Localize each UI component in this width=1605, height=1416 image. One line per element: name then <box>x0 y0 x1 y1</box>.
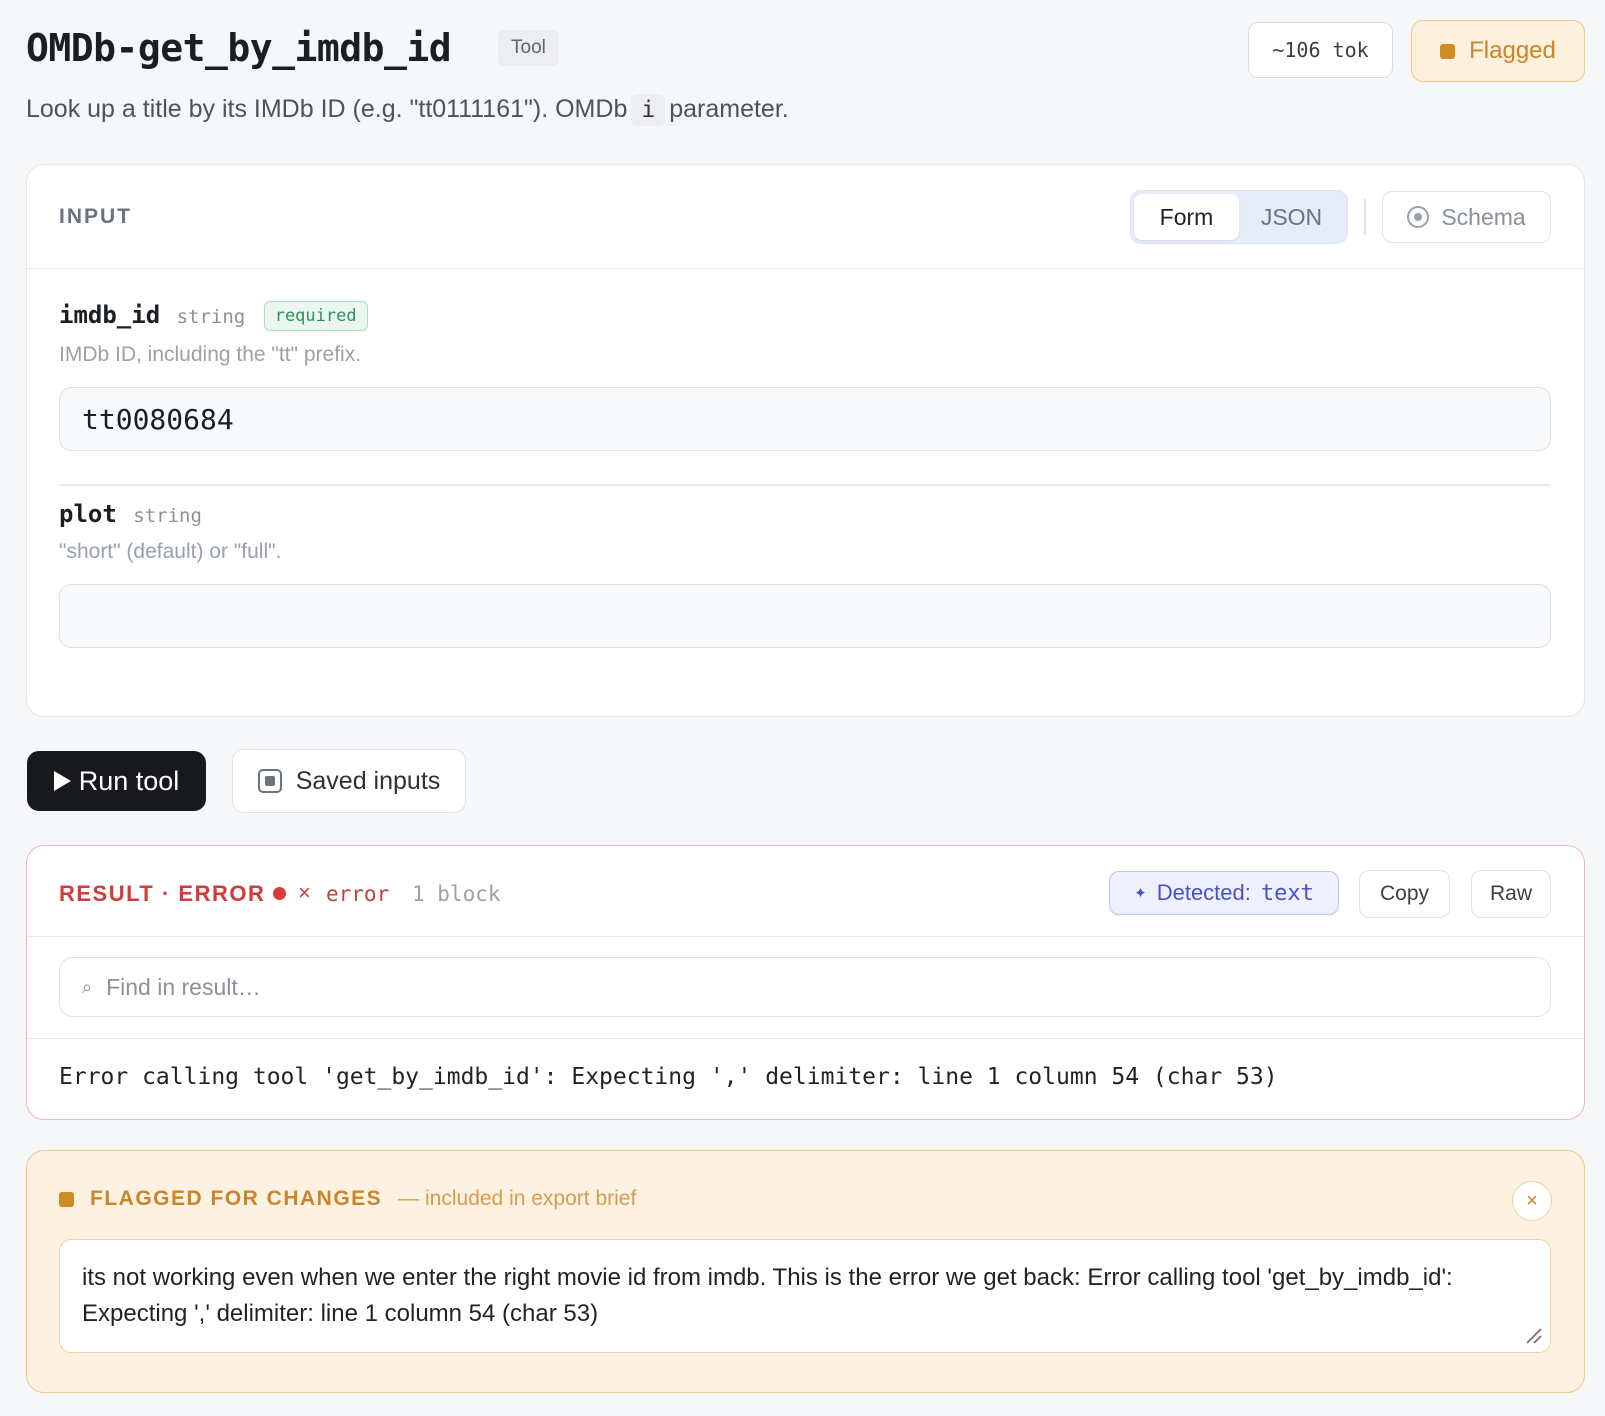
play-icon <box>53 771 71 791</box>
bookmark-square-icon <box>257 769 282 793</box>
flagged-button[interactable]: Flagged <box>1411 20 1585 82</box>
search-placeholder: Find in result… <box>106 973 261 1000</box>
flag-note-textarea[interactable]: its not working even when we enter the r… <box>59 1239 1551 1353</box>
field-plot: plot string "short" (default) or "full". <box>59 500 1551 648</box>
tool-tag: Tool <box>498 30 559 66</box>
param-code: i <box>631 94 666 126</box>
result-label: RESULT · ERROR <box>59 881 266 906</box>
flag-note-text: its not working even when we enter the r… <box>82 1264 1453 1327</box>
flag-title: FLAGGED FOR CHANGES <box>90 1187 383 1210</box>
error-x-icon: × <box>298 880 311 905</box>
run-tool-button[interactable]: Run tool <box>27 751 206 811</box>
field-type: string <box>133 505 202 527</box>
block-count: 1 block <box>412 882 501 906</box>
sparkle-icon: ✦ <box>1134 885 1147 902</box>
detected-type-button[interactable]: ✦ Detected: text <box>1109 871 1339 915</box>
find-in-result-input[interactable]: ⌕ Find in result… <box>59 957 1551 1017</box>
resize-grip-icon[interactable] <box>1524 1326 1542 1344</box>
close-icon[interactable]: × <box>1512 1181 1552 1221</box>
field-description: IMDb ID, including the "tt" prefix. <box>59 343 362 366</box>
plot-input[interactable] <box>59 584 1551 648</box>
result-search-row: ⌕ Find in result… <box>27 937 1584 1039</box>
error-status: error <box>326 882 390 906</box>
description-text-end: parameter. <box>669 95 789 123</box>
field-name: plot <box>59 500 117 528</box>
flag-card: FLAGGED FOR CHANGES — included in export… <box>26 1150 1585 1393</box>
field-description: "short" (default) or "full". <box>59 540 282 563</box>
flag-header: FLAGGED FOR CHANGES — included in export… <box>59 1187 636 1211</box>
tool-header: OMDb-get_by_imdb_id Tool ~106 tok Flagge… <box>26 18 1585 88</box>
token-count-badge: ~106 tok <box>1248 22 1393 78</box>
copy-button[interactable]: Copy <box>1359 870 1450 918</box>
saved-inputs-label: Saved inputs <box>295 766 441 795</box>
view-mode-toggle: Form JSON <box>1130 190 1348 244</box>
tab-form[interactable]: Form <box>1134 194 1239 240</box>
input-card: INPUT Form JSON Schema imdb_id string re… <box>26 164 1585 717</box>
result-card: RESULT · ERROR × error 1 block ✦ Detecte… <box>26 845 1585 1120</box>
target-circle-icon <box>1407 206 1430 228</box>
field-name: imdb_id <box>59 301 161 329</box>
description-text: Look up a title by its IMDb ID (e.g. "tt… <box>26 95 628 123</box>
detected-value: text <box>1260 880 1314 906</box>
tool-description: Look up a title by its IMDb ID (e.g. "tt… <box>26 94 789 126</box>
saved-inputs-button[interactable]: Saved inputs <box>232 749 466 813</box>
tab-json[interactable]: JSON <box>1239 194 1344 240</box>
input-section-label: INPUT <box>59 205 132 228</box>
schema-button[interactable]: Schema <box>1382 191 1551 243</box>
flag-subtitle: — included in export brief <box>398 1187 637 1210</box>
square-icon <box>59 1191 74 1207</box>
schema-label: Schema <box>1441 203 1526 230</box>
required-badge: required <box>263 301 368 331</box>
search-icon: ⌕ <box>82 976 93 997</box>
flagged-label: Flagged <box>1469 37 1556 64</box>
page-title: OMDb-get_by_imdb_id <box>26 26 452 70</box>
result-output: Error calling tool 'get_by_imdb_id': Exp… <box>59 1064 1278 1090</box>
field-type: string <box>176 306 246 328</box>
input-card-header: INPUT Form JSON Schema <box>27 165 1584 269</box>
field-divider <box>59 484 1551 486</box>
field-imdb-id: imdb_id string required IMDb ID, includi… <box>59 301 1551 451</box>
run-tool-label: Run tool <box>78 765 180 796</box>
divider <box>1364 199 1366 235</box>
raw-button[interactable]: Raw <box>1471 870 1551 918</box>
square-icon <box>1440 43 1456 59</box>
imdb-id-input[interactable]: tt0080684 <box>59 387 1551 451</box>
detected-prefix: Detected: <box>1156 880 1251 905</box>
error-status-dot <box>273 887 286 900</box>
result-header: RESULT · ERROR × error 1 block ✦ Detecte… <box>27 846 1584 937</box>
